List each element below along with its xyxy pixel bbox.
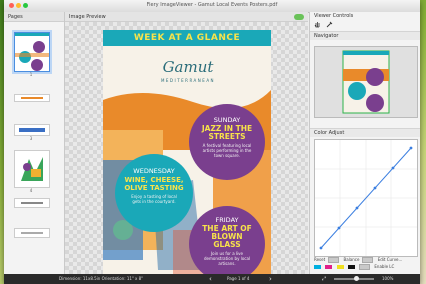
color-adjust-section-header[interactable]: Color Adjust (310, 128, 420, 137)
event-description: Enjoy a tasting of local gets in the cou… (131, 194, 177, 204)
poster-logo: Gamut (162, 58, 214, 76)
image-preview-panel: Image Preview WEEK AT A GLANCE Gamut MED… (65, 12, 308, 278)
event-circle-friday: FRIDAY THE ART OF BLOWN GLASS Join us fo… (189, 206, 265, 278)
page-thumbnail-2[interactable] (14, 94, 50, 102)
balance-chip[interactable] (362, 257, 374, 263)
zoom-value: 100% (382, 276, 394, 281)
enable-chip[interactable] (359, 264, 371, 270)
previous-page-icon[interactable]: ‹ (209, 274, 212, 284)
viewer-controls-title: Viewer Controls (314, 13, 354, 19)
poster-logo-subtitle: MEDITERRANEAN (160, 78, 216, 83)
event-day: FRIDAY (215, 216, 239, 224)
thumbnail-preview-1 (15, 33, 49, 71)
color-adjust-controls: Reset Balance Edit Curve... Enable LC (314, 257, 418, 271)
event-title: THE ART OF BLOWN GLASS (202, 224, 252, 249)
event-circle-sunday: SUNDAY JAZZ IN THE STREETS A festival fe… (189, 104, 265, 180)
event-description: Join us for a live demonstration by loca… (203, 251, 251, 266)
page-thumbnail-6[interactable] (14, 228, 50, 238)
curve-graph (315, 140, 417, 256)
page-thumbnail-1[interactable] (14, 32, 50, 72)
zoom-slider-handle[interactable] (354, 276, 359, 281)
thumb-label-4: 4 (29, 188, 33, 193)
thumbnail-preview-4 (15, 151, 49, 187)
eye-dropper-icon[interactable] (326, 21, 333, 28)
hand-icon[interactable] (314, 21, 321, 28)
event-description: A festival featuring local artists perfo… (202, 143, 252, 158)
pages-panel-title: Pages (4, 12, 64, 22)
event-title: WINE, CHEESE, OLIVE TASTING (124, 176, 184, 192)
event-day: WEDNESDAY (133, 167, 175, 175)
thumbnail-preview-3 (19, 128, 45, 132)
page-thumbnail-3[interactable] (14, 124, 50, 136)
color-curve-editor[interactable] (314, 139, 418, 257)
poster-image[interactable]: WEEK AT A GLANCE Gamut MEDITERRANEAN SUN… (103, 30, 271, 278)
navigator-preview[interactable] (314, 46, 418, 118)
navigator-section-header[interactable]: Navigator (310, 31, 420, 40)
event-circle-wednesday: WEDNESDAY WINE, CHEESE, OLIVE TASTING En… (115, 154, 193, 232)
viewer-controls-panel: Viewer Controls Navigator Color Adjust R… (309, 12, 420, 274)
preview-toggle[interactable] (294, 14, 304, 20)
magenta-swatch[interactable] (325, 265, 333, 269)
balance-label: Balance (343, 257, 360, 262)
black-swatch[interactable] (347, 265, 355, 269)
thumbnail-preview-2 (21, 97, 43, 99)
thumb-label-1: 1 (29, 72, 33, 77)
tool-row (310, 21, 420, 31)
app-window: Fiery ImageViewer - Gamut Local Events P… (4, 0, 420, 284)
reset-chip[interactable] (328, 257, 340, 263)
thumb-label-3: 3 (29, 136, 33, 141)
pages-panel: Pages 1 3 4 (4, 12, 65, 274)
event-title: JAZZ IN THE STREETS (201, 124, 253, 141)
thumbnail-preview-6 (21, 232, 43, 234)
poster-header: WEEK AT A GLANCE (133, 33, 241, 43)
page-thumbnail-4[interactable] (14, 150, 50, 188)
thumbnail-preview-5 (21, 202, 43, 204)
yellow-swatch[interactable] (336, 265, 344, 269)
page-indicator: Page 1 of 4 (227, 276, 250, 281)
cyan-swatch[interactable] (314, 265, 321, 269)
document-dimensions: Dimension: 11x8.5in Orientation: 11" x 8… (59, 276, 144, 281)
page-thumbnail-5[interactable] (14, 198, 50, 208)
enable-label: Enable LC (374, 264, 395, 269)
edit-curve-button[interactable]: Edit Curve... (378, 257, 403, 262)
event-day: SUNDAY (213, 116, 241, 124)
navigator-thumbnail (342, 50, 390, 114)
reset-label: Reset (314, 257, 326, 262)
fit-to-window-icon[interactable]: ⤢ (322, 274, 326, 284)
status-bar: Dimension: 11x8.5in Orientation: 11" x 8… (4, 274, 420, 284)
image-preview-title: Image Preview (65, 12, 308, 22)
window-title: Fiery ImageViewer - Gamut Local Events P… (146, 2, 278, 8)
next-page-icon[interactable]: › (269, 274, 272, 284)
